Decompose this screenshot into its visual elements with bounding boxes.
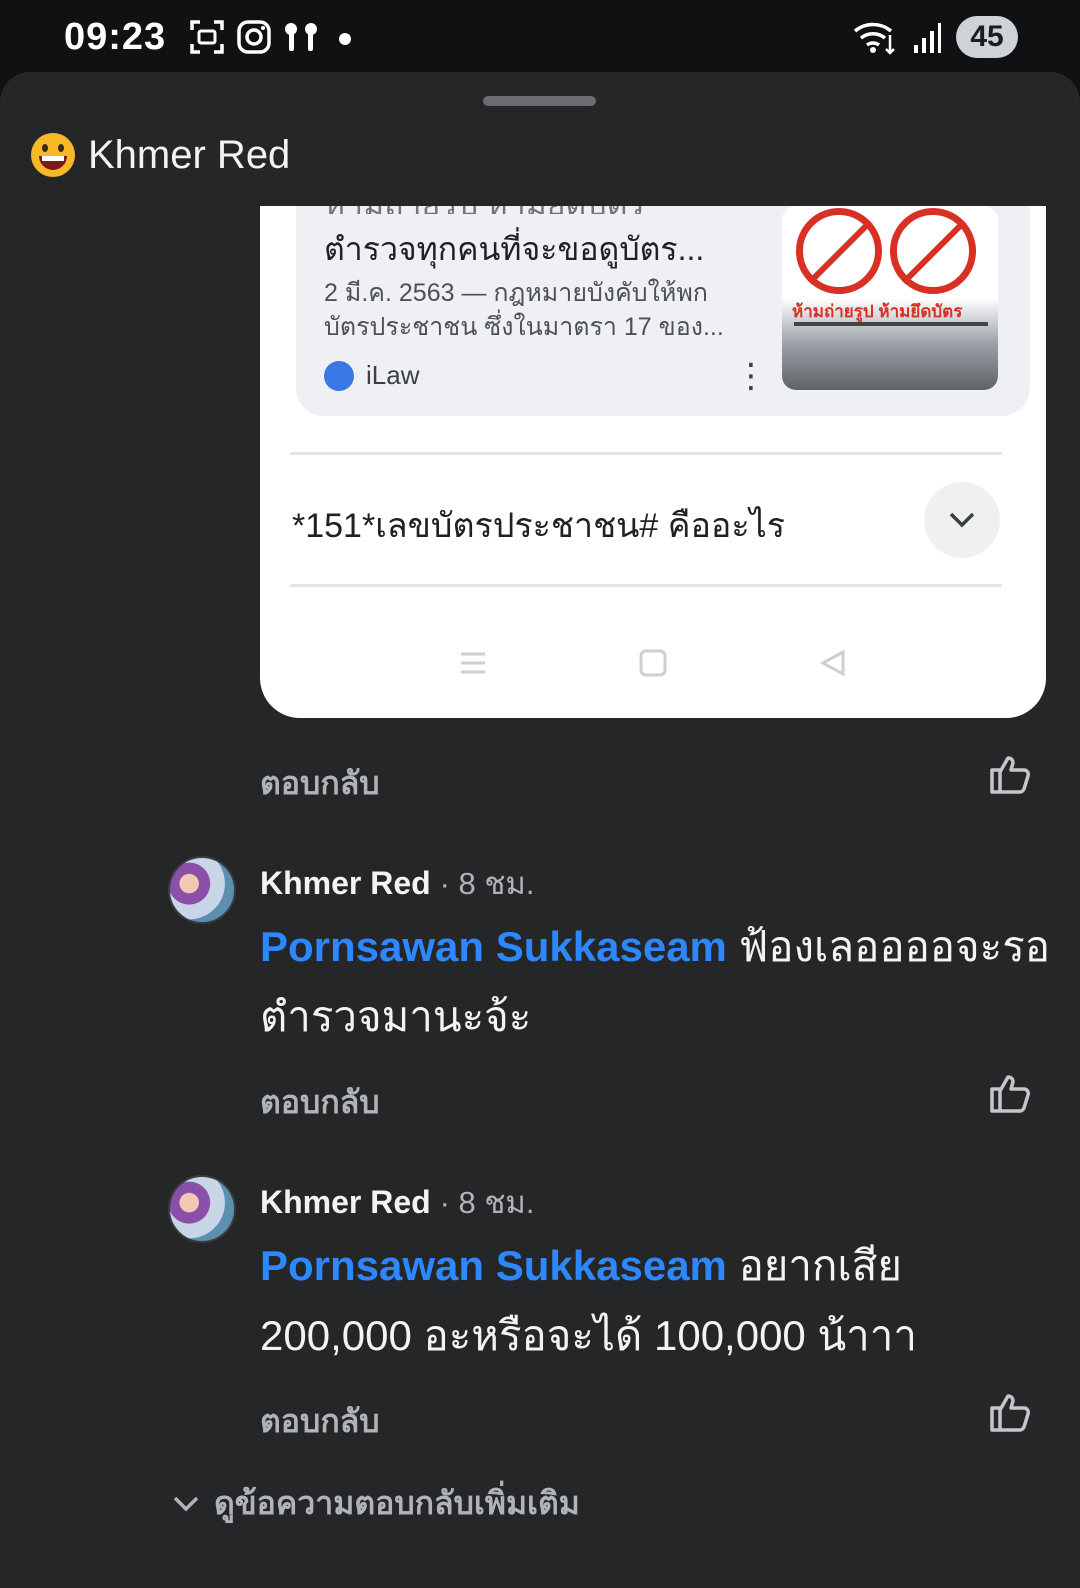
faq-question: *151*เลขบัตรประชาชน# คืออะไร — [292, 507, 785, 545]
view-more-replies-button[interactable]: ดูข้อความตอบกลับเพิ่มเติม — [172, 1478, 580, 1529]
mention-link[interactable]: Pornsawan Sukkaseam — [260, 1242, 727, 1289]
comment-author[interactable]: Khmer Red — [260, 1184, 431, 1220]
comment-author[interactable]: Khmer Red — [260, 865, 431, 901]
reply-button[interactable]: ตอบกลับ — [260, 1077, 380, 1128]
comment-header: Khmer Red · 8 ชม. — [260, 1177, 534, 1227]
reply-button[interactable]: ตอบกลับ — [260, 758, 380, 809]
chevron-down-icon — [173, 1496, 199, 1511]
status-bar: 09:23 45 — [0, 0, 1080, 78]
sheet-drag-handle[interactable] — [483, 96, 596, 106]
like-icon[interactable] — [986, 1388, 1034, 1436]
signal-icon — [914, 23, 941, 53]
dot-icon — [339, 33, 351, 45]
mention-link[interactable]: Pornsawan Sukkaseam — [260, 923, 727, 970]
sheet-header: Khmer Red — [30, 132, 290, 178]
avatar[interactable] — [168, 1175, 236, 1243]
comment-body: Pornsawan Sukkaseam ฟ้องเลออออจะรอตำรวจม… — [260, 912, 1050, 1052]
comment-image[interactable]: ห้ามถ่ายรูป ห้ามยึดบัตร ตำรวจทุกคนที่จะข… — [260, 206, 1046, 718]
result-title: ตำรวจทุกคนที่จะขอดูบัตร... — [324, 231, 705, 267]
comment-body: Pornsawan Sukkaseam อยากเสีย 200,000 อะห… — [260, 1231, 1050, 1371]
like-icon[interactable] — [986, 1069, 1034, 1117]
recent-apps-icon — [461, 652, 485, 674]
result-title-cut: ห้ามถ่ายรูป ห้ามยึดบัตร — [324, 206, 645, 214]
reply-button[interactable]: ตอบกลับ — [260, 1396, 380, 1447]
divider — [290, 452, 1002, 455]
screenshot-icon — [190, 20, 224, 54]
thumb-subtext — [794, 322, 988, 326]
battery-indicator: 45 — [956, 16, 1018, 58]
view-more-replies-label: ดูข้อความตอบกลับเพิ่มเติม — [214, 1485, 580, 1521]
comment-time: · 8 ชม. — [439, 1185, 535, 1220]
more-vertical-icon: ⋮ — [734, 357, 768, 395]
earbuds-icon — [285, 23, 317, 51]
instagram-icon — [237, 20, 271, 54]
status-time: 09:23 — [64, 16, 167, 58]
like-icon[interactable] — [986, 750, 1034, 798]
sheet-title: Khmer Red — [88, 132, 291, 177]
chevron-down-icon — [924, 482, 1000, 558]
grinning-emoji-icon — [31, 133, 75, 177]
thumb-caption: ห้ามถ่ายรูป ห้ามยึดบัตร — [792, 302, 963, 321]
globe-icon — [324, 360, 354, 391]
no-card-icon — [890, 208, 976, 294]
comment-time: · 8 ชม. — [439, 866, 535, 901]
back-icon — [819, 649, 845, 677]
result-snippet: 2 มี.ค. 2563 — กฎหมายบังคับให้พก บัตรประ… — [324, 279, 724, 341]
no-phone-icon — [796, 208, 882, 294]
comment-header: Khmer Red · 8 ชม. — [260, 858, 534, 908]
status-system-icons: 45 — [852, 16, 1018, 58]
divider — [290, 584, 1002, 587]
result-source: iLaw — [324, 360, 419, 391]
search-result-card: ห้ามถ่ายรูป ห้ามยึดบัตร ตำรวจทุกคนที่จะข… — [296, 206, 1030, 416]
status-notification-icons — [188, 18, 360, 56]
home-icon — [639, 649, 667, 677]
android-nav-bar — [260, 648, 1046, 678]
result-thumbnail: ห้ามถ่ายรูป ห้ามยึดบัตร — [782, 206, 998, 390]
wifi-icon — [853, 22, 895, 55]
avatar[interactable] — [168, 856, 236, 924]
result-source-name: iLaw — [366, 360, 420, 390]
